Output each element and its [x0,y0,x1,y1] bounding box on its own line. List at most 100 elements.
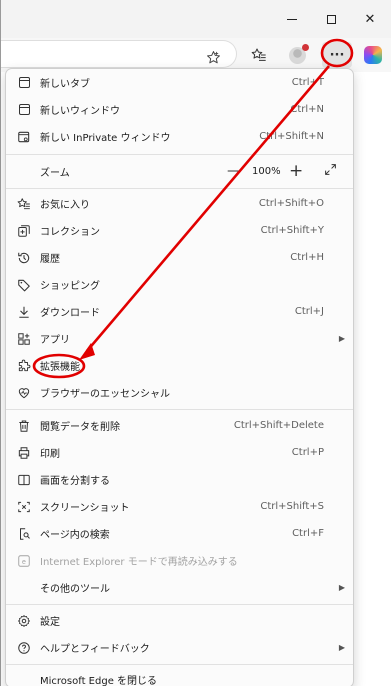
collections-icon [15,222,33,240]
fullscreen-icon [325,163,336,175]
close-button[interactable]: ✕ [353,6,387,32]
help-icon [15,639,33,657]
menu-item-zoom: ズーム — 100% + [6,158,353,184]
menu-item-print[interactable]: 印刷 Ctrl+P [6,439,353,466]
shopping-tag-icon [15,276,33,294]
menu-item-more-tools[interactable]: その他のツール ▶ [6,574,353,601]
menu-item-shortcut: Ctrl+F [292,528,324,539]
menu-item-label: お気に入り [40,200,90,211]
menu-item-label: Microsoft Edge を閉じる [40,676,158,686]
history-icon [15,249,33,267]
toolbar: ··· [1,38,391,72]
menu-item-label: ページ内の検索 [40,530,110,541]
browser-window: ✕ ··· 新しいタブ Ctrl+T 新しいウィンドウ Ctrl+N 新しい I… [0,0,391,686]
settings-gear-icon [15,612,33,630]
address-bar[interactable] [1,40,237,68]
menu-item-label: コレクション [40,227,100,238]
avatar-icon [288,43,309,64]
menu-item-history[interactable]: 履歴 Ctrl+H [6,244,353,271]
minimize-icon [287,18,297,20]
menu-divider [6,409,353,410]
notification-dot [301,43,309,51]
menu-item-shopping[interactable]: ショッピング [6,271,353,298]
menu-item-label: 新しいウィンドウ [40,106,120,117]
menu-item-label: スクリーンショット [40,503,130,514]
settings-and-more-button[interactable]: ··· [322,42,352,68]
zoom-out-button[interactable]: — [227,163,241,179]
zoom-in-button[interactable]: + [289,161,303,181]
menu-divider [6,154,353,155]
menu-item-label: 新しいタブ [40,79,90,90]
menu-item-find-on-page[interactable]: ページ内の検索 Ctrl+F [6,520,353,547]
menu-item-ie-mode: e Internet Explorer モードで再読み込みする [6,547,353,574]
menu-item-shortcut: Ctrl+Shift+Y [260,225,324,236]
menu-item-label: 拡張機能 [40,362,80,373]
menu-item-shortcut: Ctrl+J [294,306,324,317]
submenu-arrow-icon: ▶ [338,334,345,343]
menu-item-shortcut: Ctrl+Shift+S [260,501,324,512]
zoom-level: 100% [252,165,281,177]
submenu-arrow-icon: ▶ [338,583,345,592]
menu-item-label: アプリ [40,335,70,346]
minimize-button[interactable] [275,6,309,32]
extensions-icon [15,357,33,375]
copilot-icon [364,46,382,64]
menu-item-favorites[interactable]: お気に入り Ctrl+Shift+O [6,190,353,217]
menu-item-label: ズーム [40,167,70,179]
ellipsis-icon: ··· [329,47,345,63]
menu-item-collections[interactable]: コレクション Ctrl+Shift+Y [6,217,353,244]
menu-item-shortcut: Ctrl+T [291,77,324,88]
menu-item-shortcut: Ctrl+P [291,447,324,458]
settings-menu: 新しいタブ Ctrl+T 新しいウィンドウ Ctrl+N 新しい InPriva… [5,68,354,686]
menu-item-label: ショッピング [40,281,100,292]
menu-item-label: その他のツール [40,584,110,595]
new-window-icon [15,101,33,119]
maximize-button[interactable] [314,6,348,32]
print-icon [15,444,33,462]
split-screen-icon [15,471,33,489]
apps-icon [15,330,33,348]
menu-item-apps[interactable]: アプリ ▶ [6,325,353,352]
svg-text:e: e [22,558,26,565]
maximize-icon [326,14,336,24]
find-icon [15,525,33,543]
profile-avatar[interactable] [283,41,311,69]
close-icon: ✕ [364,11,376,27]
menu-item-help-and-feedback[interactable]: ヘルプとフィードバック ▶ [6,634,353,661]
menu-item-screenshot[interactable]: スクリーンショット Ctrl+Shift+S [6,493,353,520]
menu-divider [6,664,353,665]
menu-item-label: 履歴 [40,254,60,265]
menu-item-label: 閲覧データを削除 [40,422,120,433]
menu-item-new-inprivate-window[interactable]: 新しい InPrivate ウィンドウ Ctrl+Shift+N [6,123,353,150]
inprivate-icon [15,128,33,146]
favorites-bar-icon[interactable] [245,41,273,69]
menu-item-new-window[interactable]: 新しいウィンドウ Ctrl+N [6,96,353,123]
title-bar: ✕ [1,0,391,38]
menu-item-settings[interactable]: 設定 [6,607,353,634]
menu-item-label: 設定 [40,617,60,628]
favorites-icon [15,195,33,213]
menu-item-shortcut: Ctrl+Shift+O [258,198,324,209]
menu-item-extensions[interactable]: 拡張機能 [6,352,353,379]
menu-item-browser-essentials[interactable]: ブラウザーのエッセンシャル [6,379,353,406]
essentials-heart-icon [15,384,33,402]
trash-icon [15,417,33,435]
download-icon [15,303,33,321]
menu-item-split-screen[interactable]: 画面を分割する [6,466,353,493]
menu-item-shortcut: Ctrl+H [290,252,324,263]
menu-item-downloads[interactable]: ダウンロード Ctrl+J [6,298,353,325]
new-tab-icon [15,74,33,92]
copilot-button[interactable] [359,41,387,69]
menu-item-shortcut: Ctrl+Shift+Delete [233,420,324,431]
menu-item-close-edge[interactable]: Microsoft Edge を閉じる [6,666,353,686]
ie-mode-icon: e [15,552,33,570]
submenu-arrow-icon: ▶ [338,643,345,652]
menu-item-label: Internet Explorer モードで再読み込みする [40,557,238,568]
favorite-star-icon[interactable] [199,43,227,71]
fullscreen-button[interactable] [324,163,337,180]
screenshot-icon [15,498,33,516]
menu-item-label: 画面を分割する [40,476,110,487]
menu-item-shortcut: Ctrl+N [290,104,324,115]
menu-item-clear-browsing-data[interactable]: 閲覧データを削除 Ctrl+Shift+Delete [6,412,353,439]
menu-item-new-tab[interactable]: 新しいタブ Ctrl+T [6,69,353,96]
